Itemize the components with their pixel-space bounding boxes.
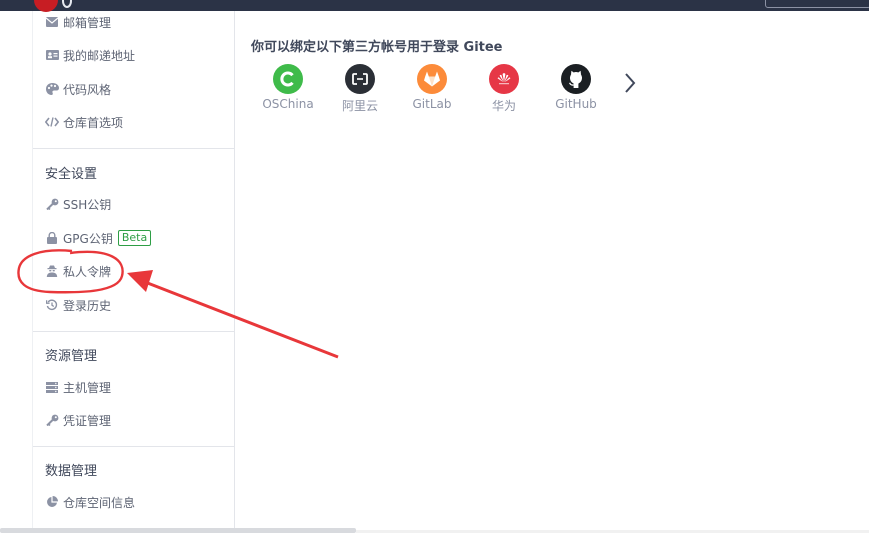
chevron-right-icon[interactable] (620, 70, 640, 96)
pie-chart-icon (45, 495, 59, 509)
sidebar-item-label: GPG公钥 (63, 231, 113, 246)
sidebar-divider (33, 148, 234, 149)
sidebar-item-label: SSH公钥 (63, 197, 112, 212)
sidebar-item-gpg-keys[interactable]: GPG公钥 Beta (45, 228, 152, 248)
sidebar-item-label: 私人令牌 (63, 264, 112, 279)
horizontal-scrollbar-thumb[interactable] (0, 528, 356, 533)
palette-icon (45, 82, 59, 96)
provider-label: 阿里云 (341, 99, 378, 113)
section-title-resources: 资源管理 (45, 349, 98, 364)
provider-label: GitHub (555, 97, 597, 111)
provider-oschina[interactable]: OSChina (258, 64, 318, 111)
gitee-logo-letter (62, 0, 72, 8)
provider-label: OSChina (262, 97, 314, 111)
settings-sidebar: 邮箱管理 我的邮递地址 代码风格 仓库首选项 安全设置 SSH公钥 GPG公钥 … (32, 11, 235, 531)
gitlab-icon (417, 64, 447, 94)
key-icon (45, 197, 59, 211)
sidebar-item-label: 邮箱管理 (63, 15, 112, 30)
key-icon (45, 413, 59, 427)
provider-gitlab[interactable]: GitLab (402, 64, 462, 111)
sidebar-item-repo-space[interactable]: 仓库空间信息 (45, 492, 135, 512)
provider-aliyun[interactable]: 阿里云 (330, 64, 390, 114)
sidebar-item-repo-preferences[interactable]: 仓库首选项 (45, 112, 123, 132)
provider-huawei[interactable]: 华为 (474, 64, 534, 114)
sidebar-item-label: 仓库首选项 (63, 115, 124, 130)
address-card-icon (45, 48, 59, 62)
page-title: 你可以绑定以下第三方帐号用于登录 Gitee (251, 40, 503, 55)
sidebar-divider (33, 331, 234, 332)
envelope-icon (45, 15, 59, 29)
sidebar-item-label: 仓库空间信息 (63, 495, 136, 510)
search-input[interactable] (765, 0, 869, 8)
history-icon (45, 298, 59, 312)
section-title-security: 安全设置 (45, 167, 98, 182)
github-icon (561, 64, 591, 94)
sidebar-item-host-management[interactable]: 主机管理 (45, 377, 111, 397)
beta-badge: Beta (117, 230, 152, 246)
sidebar-item-credential-management[interactable]: 凭证管理 (45, 410, 111, 430)
sidebar-item-email[interactable]: 邮箱管理 (45, 12, 111, 32)
sidebar-divider (33, 446, 234, 447)
sidebar-item-label: 代码风格 (63, 82, 112, 97)
server-icon (45, 380, 59, 394)
provider-label: 华为 (491, 99, 516, 113)
top-navbar (0, 0, 869, 12)
section-title-data: 数据管理 (45, 464, 98, 479)
code-icon (45, 115, 59, 129)
lock-icon (45, 231, 59, 245)
provider-github[interactable]: GitHub (546, 64, 606, 111)
oschina-icon (273, 64, 303, 94)
provider-label: GitLab (412, 97, 452, 111)
huawei-icon (489, 64, 519, 94)
sidebar-item-code-style[interactable]: 代码风格 (45, 79, 111, 99)
sidebar-item-label: 主机管理 (63, 380, 112, 395)
sidebar-item-personal-tokens[interactable]: 私人令牌 (45, 261, 111, 281)
user-secret-icon (45, 264, 59, 278)
sidebar-item-ssh-keys[interactable]: SSH公钥 (45, 194, 111, 214)
sidebar-item-address[interactable]: 我的邮递地址 (45, 45, 135, 65)
aliyun-icon (345, 64, 375, 94)
sidebar-item-login-history[interactable]: 登录历史 (45, 295, 111, 315)
sidebar-item-label: 登录历史 (63, 298, 112, 313)
sidebar-item-label: 凭证管理 (63, 413, 112, 428)
sidebar-item-label: 我的邮递地址 (63, 48, 136, 63)
